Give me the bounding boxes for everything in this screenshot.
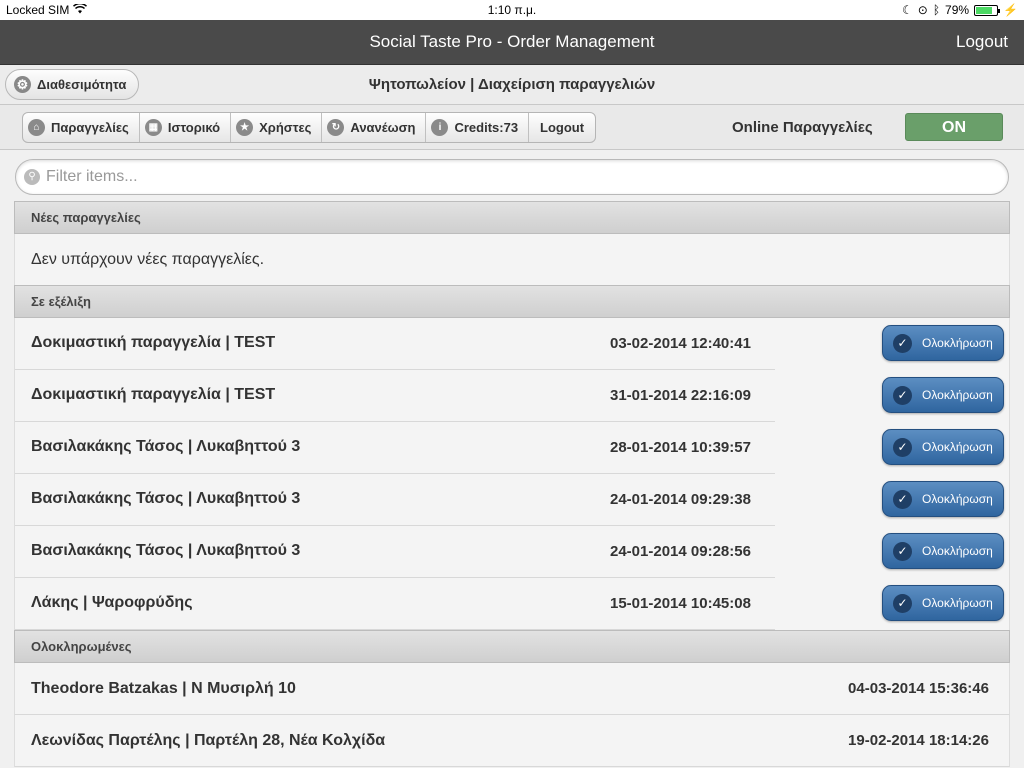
order-name: Βασιλακάκης Τάσος | Λυκαβηττού 3 [31,542,301,559]
order-name: Βασιλακάκης Τάσος | Λυκαβηττού 3 [31,438,301,455]
filter-field: ⚲ [15,159,1009,195]
gear-icon: ⚙ [14,76,31,93]
carrier-info: Locked SIM [6,2,88,17]
nav-orders-label: Παραγγελίες [51,119,129,135]
carrier-label: Locked SIM [6,3,70,17]
empty-new-orders-message: Δεν υπάρχουν νέες παραγγελίες. [14,234,1010,285]
order-date: 04-03-2014 15:36:46 [848,680,989,697]
nav-logout-label: Logout [540,119,585,135]
section-header-new: Νέες παραγγελίες [14,201,1010,234]
order-date: 24-01-2014 09:28:56 [610,543,751,560]
complete-label: Ολοκλήρωση [922,544,993,558]
home-icon: ⌂ [28,118,45,136]
list-item[interactable]: Βασιλακάκης Τάσος | Λυκαβηττού 3 28-01-2… [14,422,1010,474]
nav-credits-label: Credits:73 [454,119,519,135]
complete-label: Ολοκλήρωση [922,336,993,350]
refresh-icon: ↻ [327,118,345,136]
complete-order-button[interactable]: ✓ Ολοκλήρωση [882,481,1004,517]
check-icon: ✓ [893,385,912,405]
page-title: Ψητοπωλείον | Διαχείριση παραγγελιών [368,76,656,93]
list-item[interactable]: Λεωνίδας Παρτέλης | Παρτέλη 28, Νέα Κολχ… [14,715,1010,767]
search-icon: ⚲ [24,169,40,185]
nav-history[interactable]: ▦ Ιστορικό [140,112,232,142]
nav-credits[interactable]: i Credits:73 [426,112,530,142]
battery-percent: 79% [945,3,970,17]
order-name: Theodore Batzakas | Ν Μυσιρλή 10 [31,680,296,697]
header-logout-button[interactable]: Logout [956,32,1008,52]
availability-label: Διαθεσιμότητα [37,77,127,92]
order-date: 15-01-2014 10:45:08 [610,595,751,612]
nav-refresh-label: Ανανέωση [350,119,416,135]
order-date: 03-02-2014 12:40:41 [610,335,751,352]
app-title: Social Taste Pro - Order Management [369,32,655,51]
list-item[interactable]: Δοκιμαστική παραγγελία | TEST 03-02-2014… [14,318,1010,370]
filter-bar: ⚲ [15,159,1009,195]
orders-list: Νέες παραγγελίες Δεν υπάρχουν νέες παραγ… [14,201,1010,767]
nav-users[interactable]: ★ Χρήστες [231,112,323,142]
filter-input[interactable] [46,168,932,186]
info-icon: i [431,118,449,136]
charging-icon: ⚡ [1003,3,1018,17]
list-item[interactable]: Βασιλακάκης Τάσος | Λυκαβηττού 3 24-01-2… [14,526,1010,578]
order-date: 28-01-2014 10:39:57 [610,439,751,456]
list-item[interactable]: Δοκιμαστική παραγγελία | TEST 31-01-2014… [14,370,1010,422]
nav-bar: ⌂ Παραγγελίες ▦ Ιστορικό ★ Χρήστες ↻ Ανα… [0,105,1024,150]
online-orders-toggle[interactable]: ON [905,113,1003,141]
complete-label: Ολοκλήρωση [922,492,993,506]
section-header-in-progress: Σε εξέλιξη [14,285,1010,318]
list-item[interactable]: Βασιλακάκης Τάσος | Λυκαβηττού 3 24-01-2… [14,474,1010,526]
nav-users-label: Χρήστες [259,119,312,135]
check-icon: ✓ [893,437,912,457]
wifi-icon [73,2,88,17]
check-icon: ✓ [893,593,912,613]
nav-button-group: ⌂ Παραγγελίες ▦ Ιστορικό ★ Χρήστες ↻ Ανα… [22,111,597,143]
availability-button[interactable]: ⚙ Διαθεσιμότητα [5,69,140,100]
check-icon: ✓ [893,333,912,353]
order-name: Δοκιμαστική παραγγελία | TEST [31,334,276,351]
moon-icon: ☾ [901,3,913,17]
complete-label: Ολοκλήρωση [922,596,993,610]
complete-label: Ολοκλήρωση [922,388,993,402]
order-name: Βασιλακάκης Τάσος | Λυκαβηττού 3 [31,490,301,507]
bluetooth-icon: ᛒ [932,3,941,17]
nav-history-label: Ιστορικό [167,119,221,135]
online-orders-label: Online Παραγγελίες [732,119,873,136]
order-name: Λάκης | Ψαροφρύδης [31,594,193,611]
nav-refresh[interactable]: ↻ Ανανέωση [322,112,427,142]
list-item[interactable]: Theodore Batzakas | Ν Μυσιρλή 10 04-03-2… [14,663,1010,715]
complete-order-button[interactable]: ✓ Ολοκλήρωση [882,533,1004,569]
complete-order-button[interactable]: ✓ Ολοκλήρωση [882,377,1004,413]
complete-order-button[interactable]: ✓ Ολοκλήρωση [882,585,1004,621]
status-bar: Locked SIM 1:10 π.μ. ☾ ⊙ ᛒ 79% ⚡ [0,0,1024,20]
lock-rotation-icon: ⊙ [917,3,928,17]
order-name: Λεωνίδας Παρτέλης | Παρτέλη 28, Νέα Κολχ… [31,732,386,749]
clock: 1:10 π.μ. [487,3,537,17]
grid-icon: ▦ [144,118,162,136]
sub-header: ⚙ Διαθεσιμότητα Ψητοπωλείον | Διαχείριση… [0,65,1024,105]
complete-order-button[interactable]: ✓ Ολοκλήρωση [882,325,1004,361]
complete-label: Ολοκλήρωση [922,440,993,454]
check-icon: ✓ [893,489,912,509]
app-header: Social Taste Pro - Order Management Logo… [0,20,1024,65]
order-name: Δοκιμαστική παραγγελία | TEST [31,386,276,403]
list-item[interactable]: Λάκης | Ψαροφρύδης 15-01-2014 10:45:08 ✓… [14,578,1010,630]
order-date: 24-01-2014 09:29:38 [610,491,751,508]
complete-order-button[interactable]: ✓ Ολοκλήρωση [882,429,1004,465]
section-header-completed: Ολοκληρωμένες [14,630,1010,663]
battery-icon [974,4,1001,16]
order-date: 19-02-2014 18:14:26 [848,732,989,749]
check-icon: ✓ [893,541,912,561]
nav-logout-button[interactable]: Logout [529,113,595,142]
order-date: 31-01-2014 22:16:09 [610,387,751,404]
star-icon: ★ [236,118,254,136]
nav-orders[interactable]: ⌂ Παραγγελίες [23,112,140,142]
